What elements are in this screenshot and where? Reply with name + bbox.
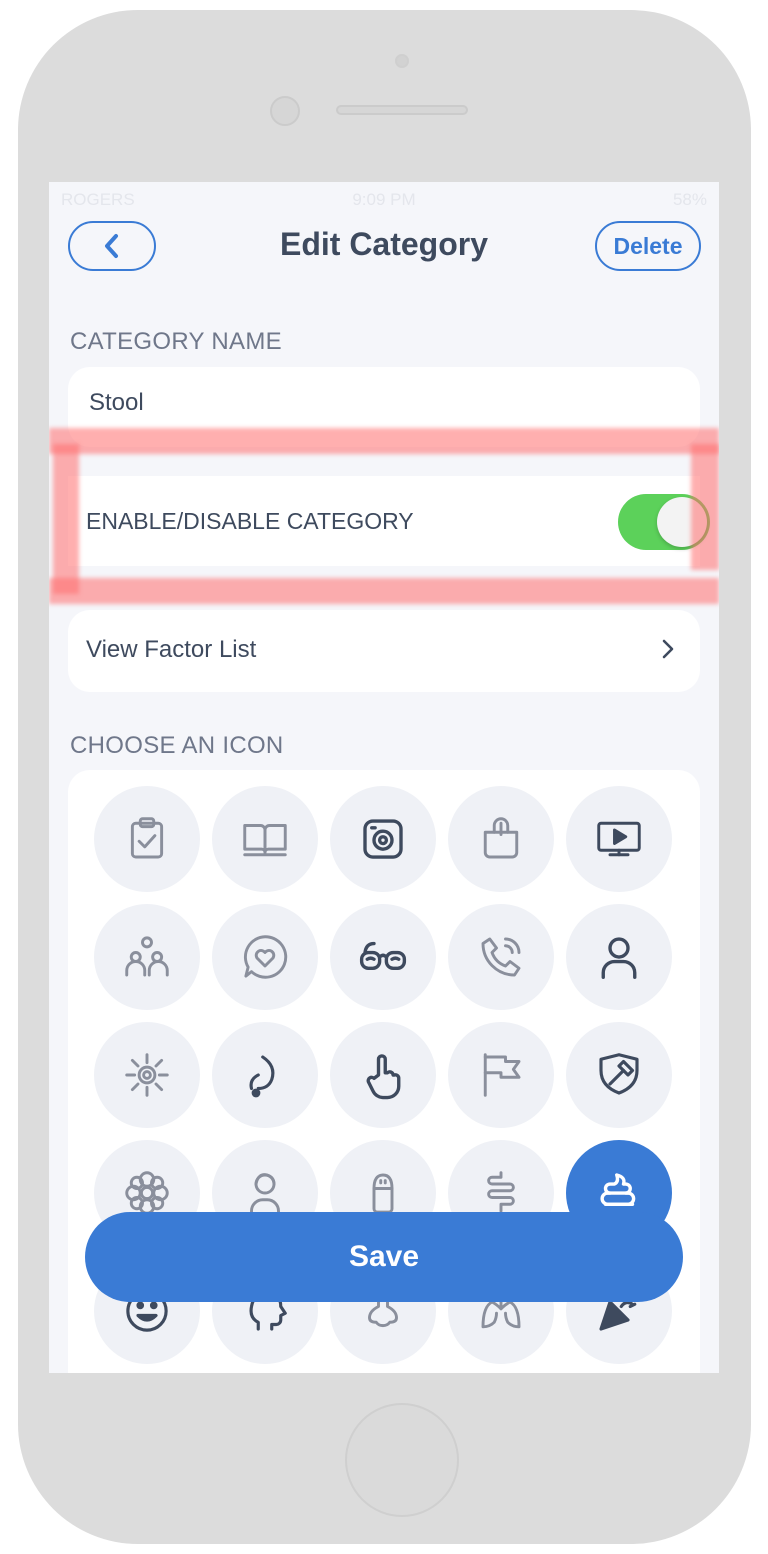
chevron-right-icon [662,639,674,659]
heart-chat-icon [243,935,288,979]
people-icon [125,936,169,977]
front-camera [270,96,300,126]
earpiece-speaker [336,105,468,115]
icon-option-sun[interactable] [94,1022,200,1128]
status-time: 9:09 PM [352,190,416,209]
highlight-left [53,444,79,594]
sun-icon [125,1053,169,1097]
icon-option-hand[interactable] [330,1022,436,1128]
flag-icon [483,1053,521,1097]
book-open-icon [243,824,287,857]
clipboard-check-icon [130,817,164,859]
icon-option-flag[interactable] [448,1022,554,1128]
tv-play-icon [597,821,641,857]
hand-pointer-icon [366,1054,401,1100]
view-factor-list-row[interactable]: View Factor List [68,610,700,692]
icon-option-camera[interactable] [330,786,436,892]
icon-option-tv[interactable] [566,786,672,892]
stethoscope-icon [249,1055,275,1098]
shield-hammer-icon [599,1053,639,1095]
home-button[interactable] [345,1403,459,1517]
icon-option-clipboard[interactable] [94,786,200,892]
highlight-right [691,444,719,570]
icon-option-shield[interactable] [566,1022,672,1128]
highlight-top [49,428,719,454]
icon-option-book[interactable] [212,786,318,892]
highlight-bottom [49,578,719,604]
icon-option-people[interactable] [94,904,200,1010]
icon-option-stethoscope[interactable] [212,1022,318,1128]
glasses-icon [359,941,407,970]
enable-category-label: ENABLE/DISABLE CATEGORY [86,508,414,534]
app-screen: ROGERS 9:09 PM 58% Edit Category Delete … [49,182,719,1373]
icon-option-phone[interactable] [448,904,554,1010]
shopping-bag-icon [483,817,519,859]
category-name-value: Stool [89,389,144,416]
camera-icon [363,819,403,859]
enable-category-row: ENABLE/DISABLE CATEGORY [68,476,710,566]
delete-button[interactable]: Delete [595,221,701,271]
view-factor-list-label: View Factor List [86,636,257,663]
icon-option-glasses[interactable] [330,904,436,1010]
icon-option-person[interactable] [566,904,672,1010]
phone-call-icon [481,937,521,977]
icon-option-bag[interactable] [448,786,554,892]
person-icon [601,937,637,979]
status-battery: 58% [672,190,707,209]
save-button[interactable]: Save [85,1212,683,1302]
icon-option-heart-chat[interactable] [212,904,318,1010]
category-name-label: CATEGORY NAME [70,328,282,355]
status-bar: ROGERS 9:09 PM 58% [49,182,719,218]
proximity-sensor [395,54,409,68]
choose-icon-label: CHOOSE AN ICON [70,732,284,759]
